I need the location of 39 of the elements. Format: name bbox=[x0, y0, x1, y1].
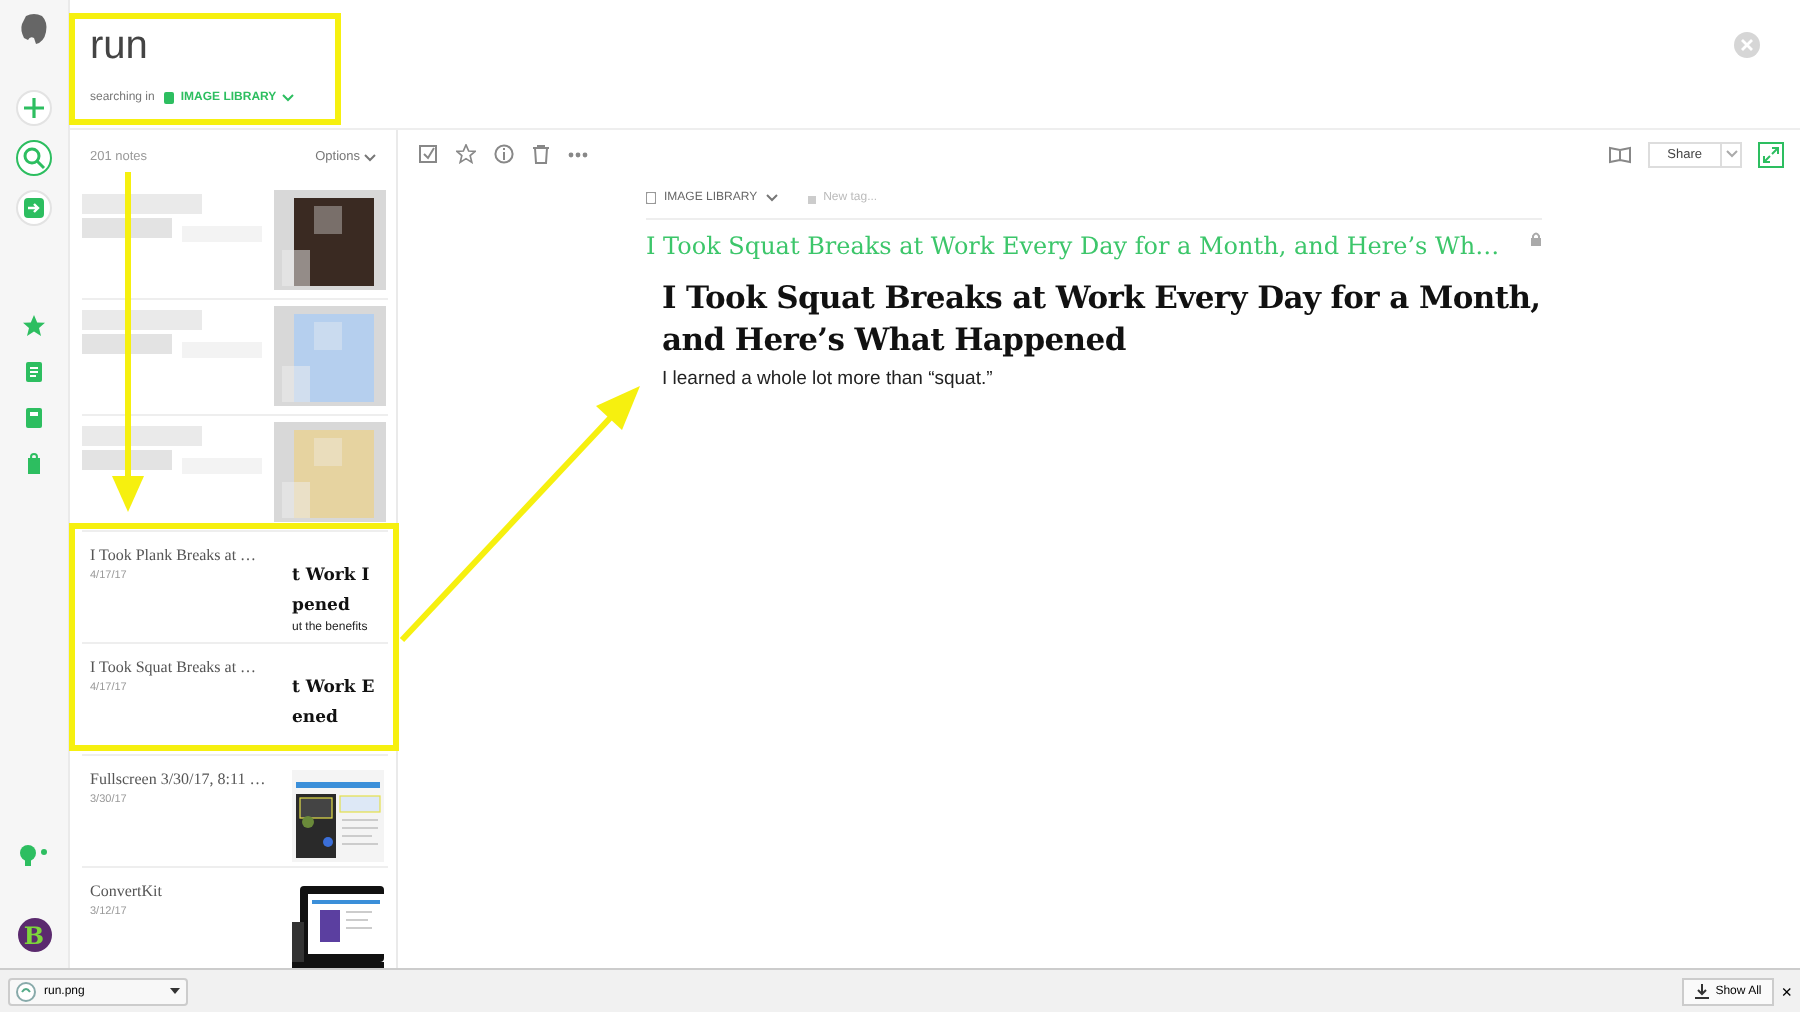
caret-icon bbox=[364, 153, 376, 161]
article-subtitle: I learned a whole lot more than “squat.” bbox=[662, 368, 995, 390]
caret-icon[interactable] bbox=[170, 987, 180, 995]
info-icon[interactable] bbox=[494, 144, 514, 164]
search-query[interactable]: run bbox=[90, 20, 295, 72]
new-icon[interactable] bbox=[16, 90, 52, 126]
thumbnail-heading: t Work E bbox=[292, 676, 377, 702]
close-icon[interactable] bbox=[1734, 32, 1760, 58]
screenshot-thumbnail bbox=[292, 770, 384, 862]
caret-icon bbox=[282, 94, 295, 102]
article-heading: I Took Squat Breaks at Work Every Day for a Month, and Here’s What Happened bbox=[662, 276, 1542, 360]
reminder-icon[interactable] bbox=[418, 144, 438, 164]
presentation-icon[interactable] bbox=[1607, 145, 1632, 163]
thumbnail-heading: ened bbox=[292, 706, 340, 732]
account-avatar[interactable]: B bbox=[17, 918, 51, 952]
work-chat-icon[interactable] bbox=[16, 190, 52, 226]
expand-button[interactable] bbox=[1758, 141, 1784, 167]
trash-icon[interactable] bbox=[532, 144, 550, 164]
shortcuts-icon[interactable] bbox=[18, 310, 50, 342]
close-button[interactable]: × bbox=[1781, 981, 1792, 1001]
tag-icon bbox=[805, 192, 818, 204]
thumbnail-heading: t Work I bbox=[292, 564, 372, 590]
share-menu-button[interactable] bbox=[1722, 141, 1742, 167]
notebook-icon bbox=[646, 192, 656, 204]
note-title[interactable]: Fullscreen 3/30/17, 8:11 … bbox=[90, 770, 266, 788]
search-icon[interactable] bbox=[16, 140, 52, 176]
note-title[interactable]: ConvertKit bbox=[90, 882, 162, 900]
lock-icon[interactable] bbox=[1530, 232, 1542, 246]
note-title[interactable]: I Took Squat Breaks at … bbox=[90, 658, 257, 676]
caret-icon bbox=[765, 194, 778, 202]
download-icon bbox=[1693, 983, 1710, 999]
lightbulb-icon[interactable] bbox=[18, 844, 50, 868]
more-icon[interactable] bbox=[568, 151, 588, 157]
notebook-icon bbox=[164, 92, 175, 104]
note-title[interactable]: I Took Plank Breaks at … bbox=[90, 546, 257, 564]
file-icon bbox=[16, 981, 36, 1001]
caret-icon bbox=[1725, 150, 1737, 158]
thumbnail-heading: pened bbox=[292, 594, 352, 620]
star-icon[interactable] bbox=[456, 144, 476, 164]
